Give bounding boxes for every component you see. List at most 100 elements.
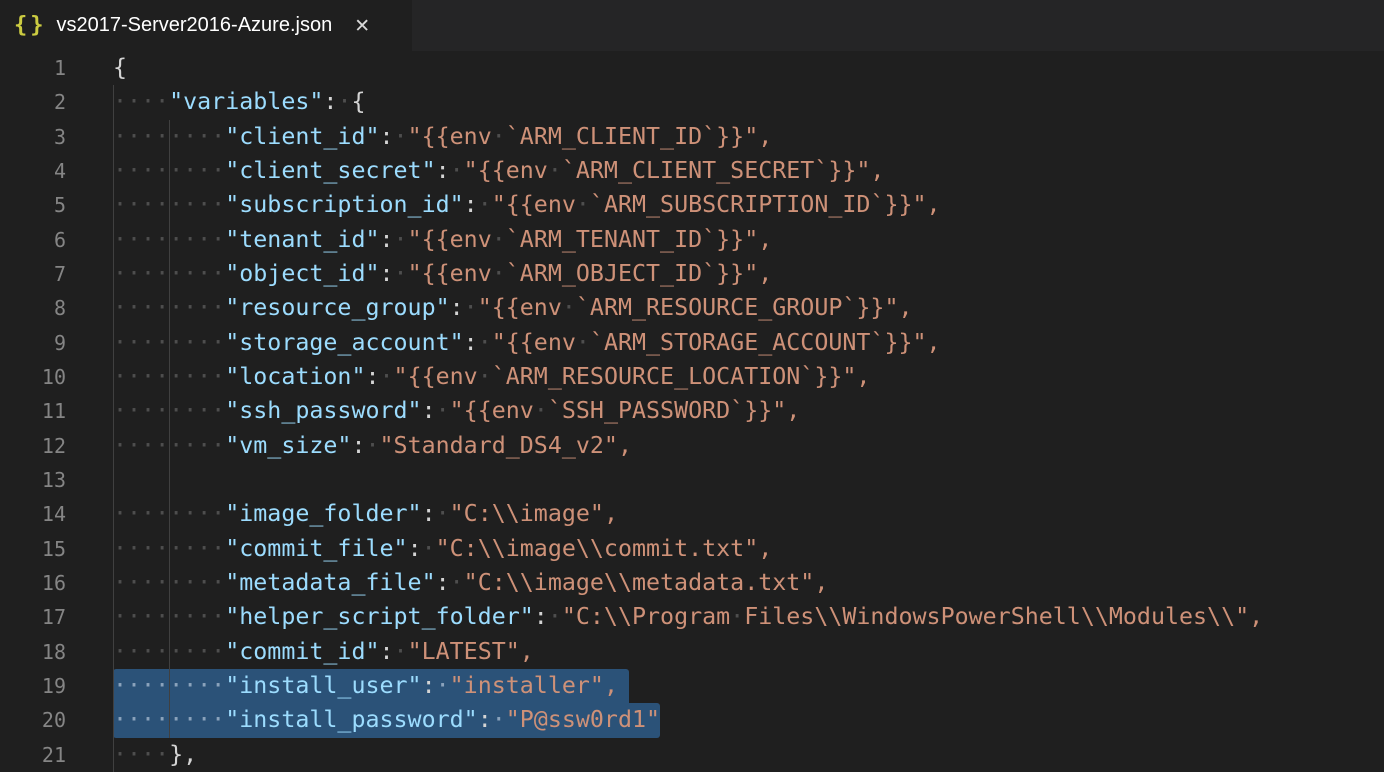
line-number[interactable]: 18 [0, 635, 113, 669]
line-number[interactable]: 9 [0, 326, 113, 360]
line-number[interactable]: 10 [0, 360, 113, 394]
code-line-13[interactable]: 13 [0, 463, 1384, 497]
json-string: "{{env [464, 157, 548, 184]
whitespace: · [365, 432, 379, 459]
json-string: "C:\\image\\commit.txt", [436, 535, 773, 562]
whitespace: ········ [113, 226, 225, 253]
json-key: "client_secret" [225, 157, 435, 184]
code-line-1[interactable]: 1{ [0, 51, 1384, 85]
line-number[interactable]: 12 [0, 429, 113, 463]
json-key: "variables" [169, 88, 323, 115]
code-line-14[interactable]: 14········"image_folder":·"C:\\image", [0, 497, 1384, 531]
json-string: "C:\\image", [450, 500, 618, 527]
code-line-19[interactable]: 19········"install_user":·"installer", [0, 669, 1384, 703]
punctuation: { [113, 54, 127, 81]
json-string: "{{env [492, 329, 576, 356]
line-number[interactable]: 19 [0, 669, 113, 703]
whitespace: · [337, 88, 351, 115]
punctuation: : [436, 157, 450, 184]
tab-vs2017-server2016-azure-json[interactable]: {} vs2017-Server2016-Azure.json ✕ [0, 0, 412, 51]
json-string: "{{env [492, 191, 576, 218]
json-string: "{{env [408, 226, 492, 253]
line-number[interactable]: 6 [0, 223, 113, 257]
punctuation: : [380, 123, 394, 150]
code-line-21[interactable]: 21····}, [0, 738, 1384, 772]
json-key: "vm_size" [225, 432, 351, 459]
code-line-5[interactable]: 5········"subscription_id":·"{{env·`ARM_… [0, 188, 1384, 222]
code-line-4[interactable]: 4········"client_secret":·"{{env·`ARM_CL… [0, 154, 1384, 188]
punctuation: : [323, 88, 337, 115]
whitespace: · [478, 191, 492, 218]
code-line-9[interactable]: 9········"storage_account":·"{{env·`ARM_… [0, 326, 1384, 360]
whitespace: · [492, 123, 506, 150]
code-line-11[interactable]: 11········"ssh_password":·"{{env·`SSH_PA… [0, 394, 1384, 428]
whitespace: · [464, 294, 478, 321]
line-number[interactable]: 15 [0, 532, 113, 566]
code-line-content: { [113, 51, 1384, 85]
line-number[interactable]: 1 [0, 51, 113, 85]
code-line-16[interactable]: 16········"metadata_file":·"C:\\image\\m… [0, 566, 1384, 600]
code-line-6[interactable]: 6········"tenant_id":·"{{env·`ARM_TENANT… [0, 223, 1384, 257]
line-number[interactable]: 14 [0, 497, 113, 531]
line-number[interactable]: 4 [0, 154, 113, 188]
json-key: "object_id" [225, 260, 379, 287]
whitespace: · [380, 363, 394, 390]
whitespace: ········ [113, 569, 225, 596]
line-number[interactable]: 13 [0, 463, 113, 497]
json-string: `ARM_RESOURCE_GROUP`}}", [576, 294, 913, 321]
whitespace: · [548, 603, 562, 630]
whitespace: · [492, 260, 506, 287]
code-line-2[interactable]: 2····"variables":·{ [0, 85, 1384, 119]
whitespace: ········ [113, 500, 225, 527]
code-line-content: ········"storage_account":·"{{env·`ARM_S… [113, 326, 1384, 360]
json-key: "tenant_id" [225, 226, 379, 253]
json-string: `ARM_RESOURCE_LOCATION`}}", [492, 363, 871, 390]
punctuation: : [380, 638, 394, 665]
whitespace: ········ [113, 260, 225, 287]
line-number[interactable]: 21 [0, 738, 113, 772]
whitespace: · [730, 603, 744, 630]
json-string: "C:\\Program [562, 603, 730, 630]
punctuation: : [464, 329, 478, 356]
whitespace: · [394, 123, 408, 150]
line-number[interactable]: 5 [0, 188, 113, 222]
line-number[interactable]: 8 [0, 291, 113, 325]
json-key: "commit_file" [225, 535, 407, 562]
code-editor[interactable]: 1{2····"variables":·{3········"client_id… [0, 51, 1384, 772]
line-number[interactable]: 17 [0, 600, 113, 634]
punctuation: : [351, 432, 365, 459]
code-line-8[interactable]: 8········"resource_group":·"{{env·`ARM_R… [0, 291, 1384, 325]
code-line-content: ········"object_id":·"{{env·`ARM_OBJECT_… [113, 257, 1384, 291]
punctuation: : [464, 191, 478, 218]
code-line-10[interactable]: 10········"location":·"{{env·`ARM_RESOUR… [0, 360, 1384, 394]
line-number[interactable]: 2 [0, 85, 113, 119]
punctuation: : [422, 397, 436, 424]
json-key: "storage_account" [225, 329, 463, 356]
line-number[interactable]: 16 [0, 566, 113, 600]
whitespace: ········ [113, 123, 225, 150]
line-number[interactable]: 3 [0, 120, 113, 154]
whitespace: · [436, 672, 450, 699]
code-line-content: ········"helper_script_folder":·"C:\\Pro… [113, 600, 1384, 634]
whitespace: ········ [113, 329, 225, 356]
line-number[interactable]: 7 [0, 257, 113, 291]
code-line-15[interactable]: 15········"commit_file":·"C:\\image\\com… [0, 532, 1384, 566]
indent-guide [113, 463, 114, 497]
json-string: "{{env [478, 294, 562, 321]
indent-guide [169, 463, 170, 497]
line-number[interactable]: 20 [0, 703, 113, 737]
json-string: "installer", [450, 672, 618, 699]
whitespace: · [436, 500, 450, 527]
code-line-3[interactable]: 3········"client_id":·"{{env·`ARM_CLIENT… [0, 120, 1384, 154]
tab-close-icon[interactable]: ✕ [354, 15, 370, 37]
code-line-7[interactable]: 7········"object_id":·"{{env·`ARM_OBJECT… [0, 257, 1384, 291]
code-line-20[interactable]: 20········"install_password":·"P@ssw0rd1… [0, 703, 1384, 737]
code-line-17[interactable]: 17········"helper_script_folder":·"C:\\P… [0, 600, 1384, 634]
code-line-content: ········"ssh_password":·"{{env·`SSH_PASS… [113, 394, 1384, 428]
code-line-12[interactable]: 12········"vm_size":·"Standard_DS4_v2", [0, 429, 1384, 463]
code-line-content: ········"client_secret":·"{{env·`ARM_CLI… [113, 154, 1384, 188]
code-line-18[interactable]: 18········"commit_id":·"LATEST", [0, 635, 1384, 669]
line-number[interactable]: 11 [0, 394, 113, 428]
code-line-content: ········"metadata_file":·"C:\\image\\met… [113, 566, 1384, 600]
selection-highlight: ········"install_password":·"P@ssw0rd1" [113, 703, 660, 737]
